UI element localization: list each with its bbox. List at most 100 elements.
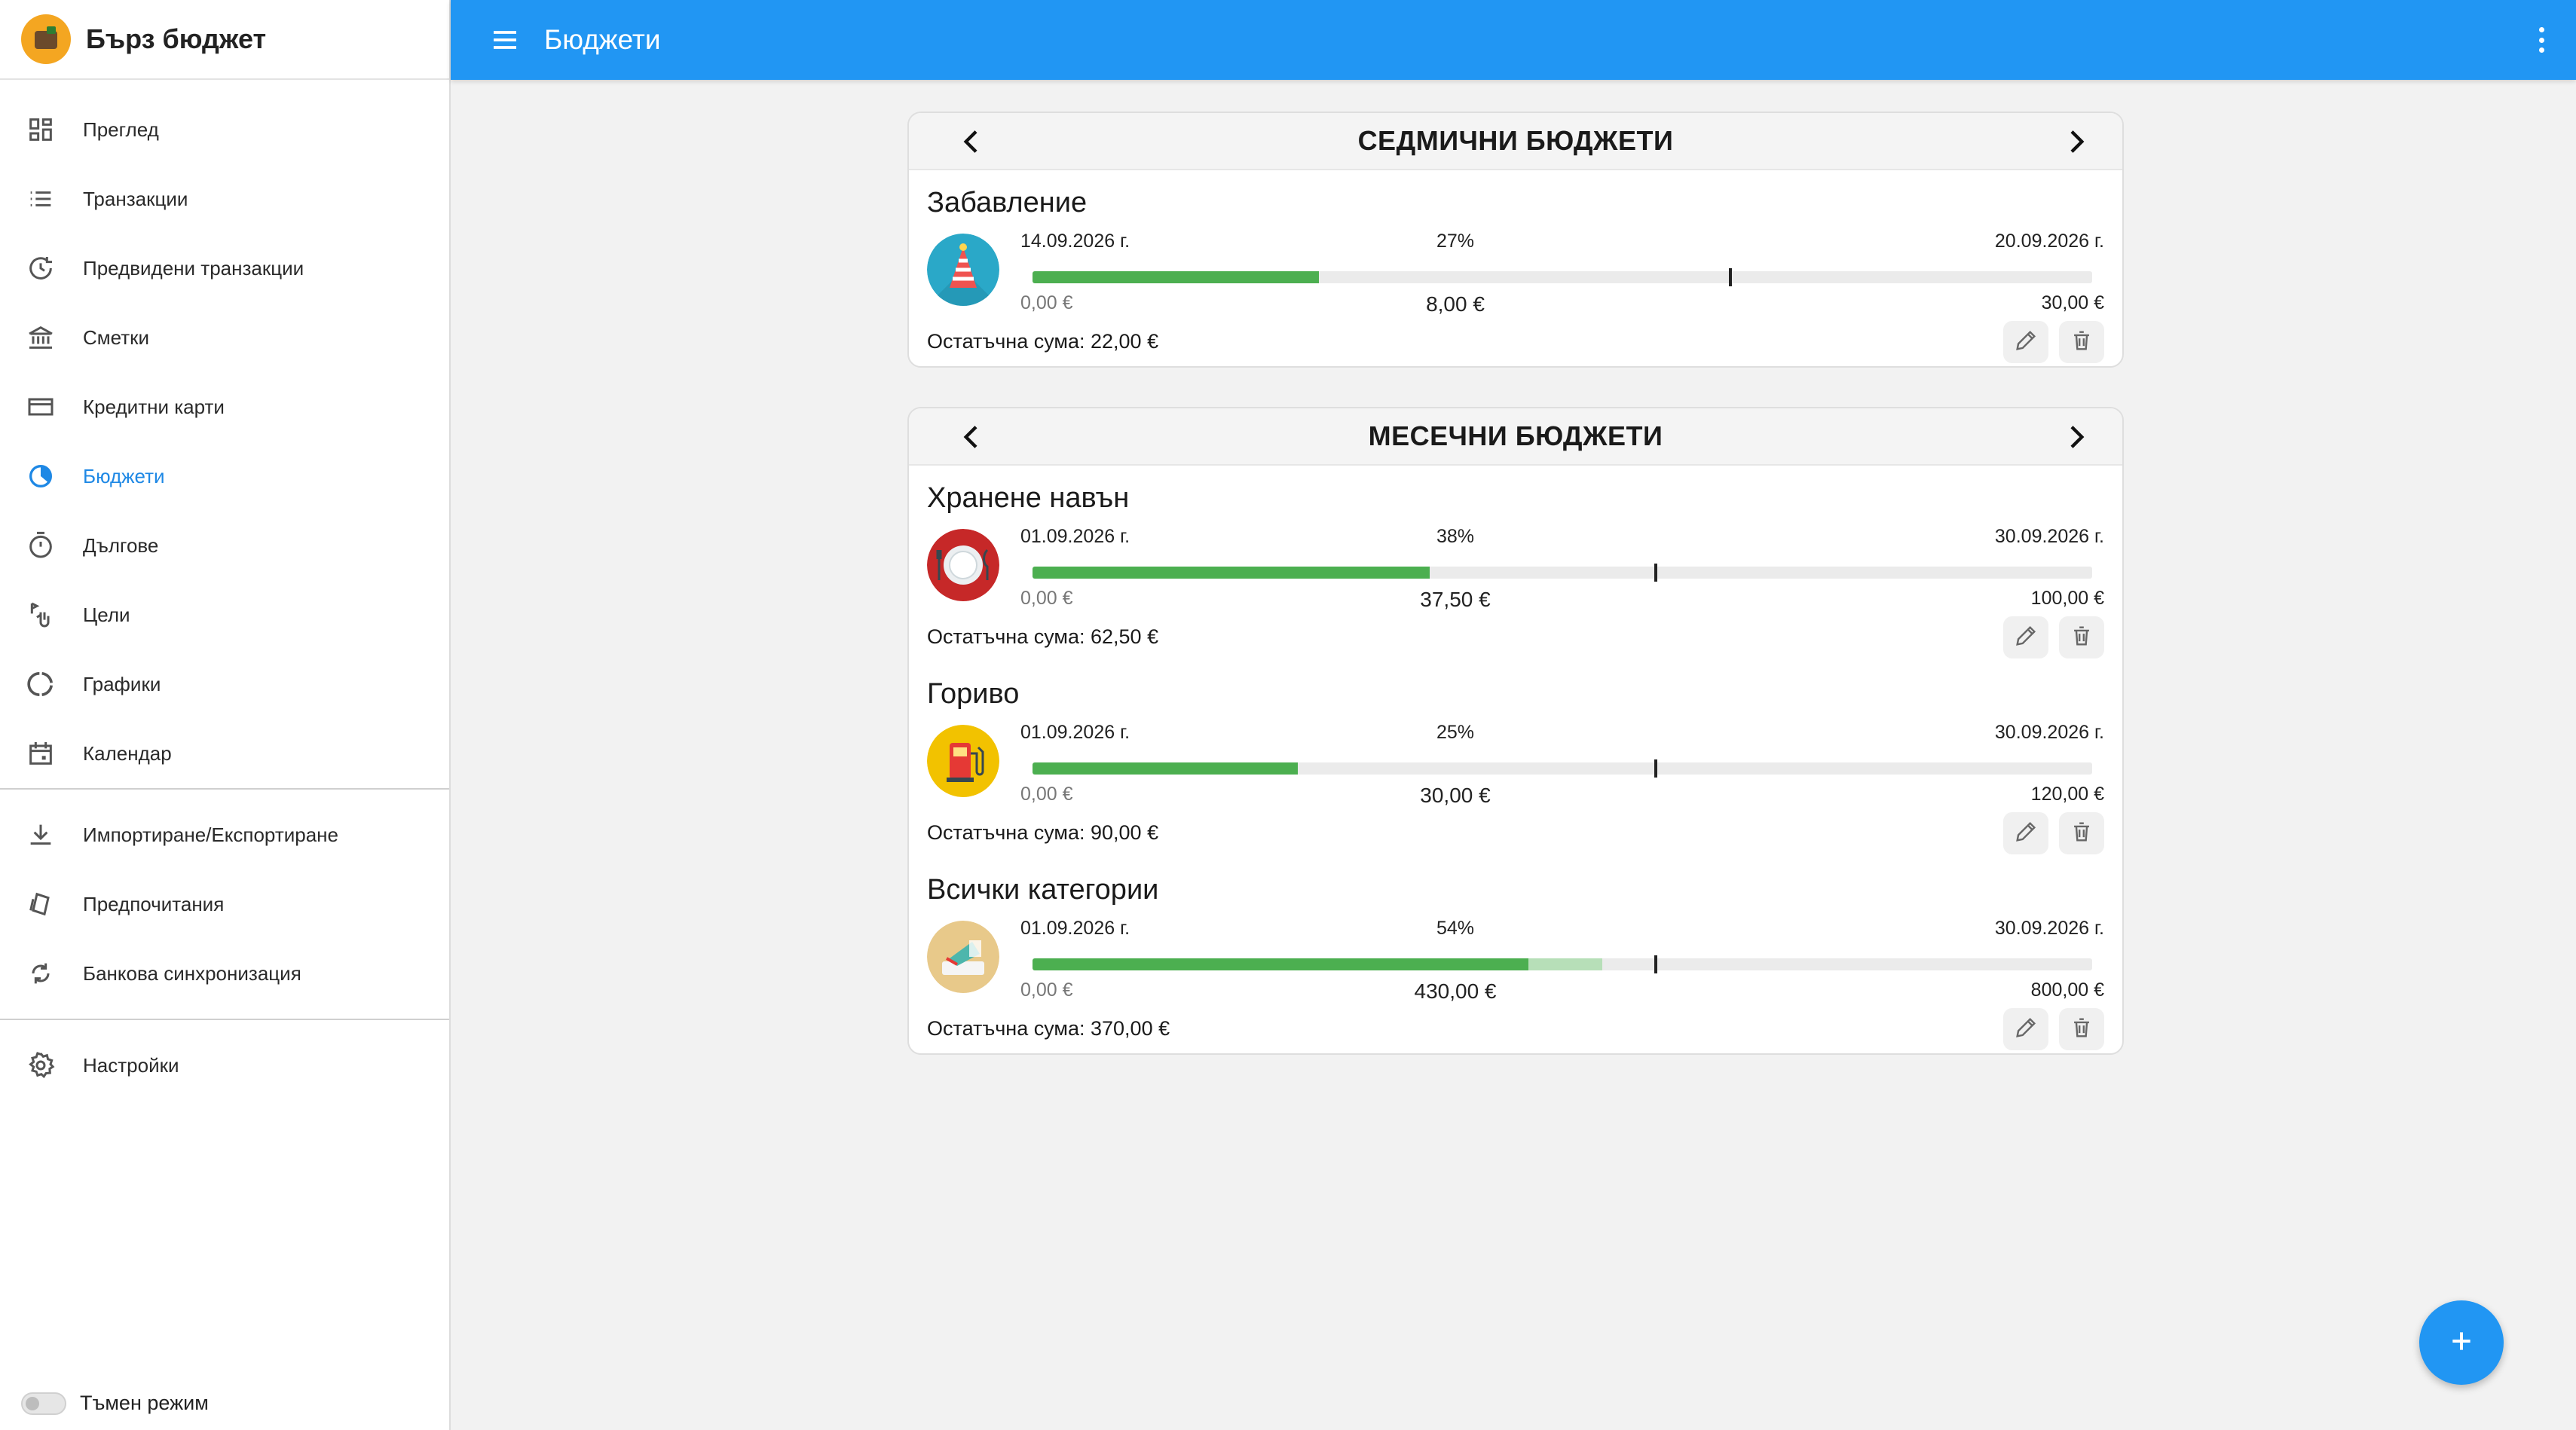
- trash-icon: [2069, 328, 2094, 357]
- chevron-left-icon[interactable]: [957, 127, 987, 157]
- budget-name: Всички категории: [927, 874, 1159, 906]
- delete-button[interactable]: [2059, 812, 2104, 854]
- budget-progress-bar: [1033, 564, 2092, 582]
- budget-progress-fill: [1033, 271, 1319, 283]
- budget-min-amount: 0,00 €: [1020, 588, 1073, 609]
- budget-actions: [2003, 321, 2104, 363]
- timer-icon: [26, 530, 56, 561]
- sidebar-item-label: Импортиране/Експортиране: [83, 823, 338, 846]
- budget-end-date: 30.09.2026 г.: [1994, 918, 2104, 939]
- edit-button[interactable]: [2003, 1008, 2048, 1050]
- budget-start-date: 01.09.2026 г.: [1020, 722, 1130, 743]
- card-header: МЕСЕЧНИ БЮДЖЕТИ: [909, 408, 2122, 466]
- nav-data: Импортиране/Експортиране Предпочитания Б…: [0, 790, 449, 1019]
- app-brand: Бърз бюджет: [0, 0, 449, 80]
- budget-percent: 27%: [1436, 231, 1475, 252]
- budget-progress-fill: [1033, 762, 1298, 775]
- dining-plate-icon: [927, 529, 999, 601]
- sync-icon: [26, 958, 56, 988]
- budget-actions: [2003, 812, 2104, 854]
- budget-progress-fill: [1033, 567, 1430, 579]
- add-budget-button[interactable]: [2419, 1300, 2504, 1385]
- sidebar-item-calendar[interactable]: Календар: [0, 719, 449, 788]
- app-title: Бърз бюджет: [86, 23, 267, 54]
- sidebar-item-settings[interactable]: Настройки: [0, 1031, 449, 1100]
- goal-icon: [26, 600, 56, 630]
- all-categories-icon: [927, 921, 999, 993]
- budget-progress-fill: [1033, 958, 1528, 970]
- edit-button[interactable]: [2003, 812, 2048, 854]
- sidebar-item-preferences[interactable]: Предпочитания: [0, 869, 449, 939]
- budget-remaining: Остатъчна сума: 62,50 €: [927, 625, 1159, 648]
- budget-max-amount: 30,00 €: [2041, 292, 2104, 313]
- wallet-logo-icon: [21, 14, 71, 64]
- budget-item[interactable]: Всички категории 01.09.2026 г. 54% 30.09…: [909, 857, 2122, 1053]
- dark-mode-toggle[interactable]: [21, 1392, 66, 1415]
- edit-button[interactable]: [2003, 321, 2048, 363]
- budget-max-amount: 120,00 €: [2030, 784, 2104, 805]
- sidebar-item-budgets[interactable]: Бюджети: [0, 442, 449, 511]
- chevron-right-icon[interactable]: [2060, 127, 2091, 157]
- sidebar-item-debts[interactable]: Дългове: [0, 511, 449, 580]
- hamburger-menu-icon[interactable]: [490, 25, 520, 55]
- budget-spent-amount: 430,00 €: [1414, 979, 1497, 1003]
- chevron-right-icon[interactable]: [2060, 422, 2091, 452]
- more-vert-icon[interactable]: [2534, 23, 2549, 57]
- budget-item[interactable]: Хранене навън 01.09.2026 г. 38% 30.09.20…: [909, 466, 2122, 662]
- budget-item[interactable]: Забавление 14.09.2026 г. 27% 20.09.2026 …: [909, 170, 2122, 366]
- budget-end-date: 30.09.2026 г.: [1994, 722, 2104, 743]
- download-icon: [26, 820, 56, 850]
- delete-button[interactable]: [2059, 321, 2104, 363]
- budget-max-amount: 100,00 €: [2030, 588, 2104, 609]
- budget-actions: [2003, 1008, 2104, 1050]
- sidebar-item-label: Цели: [83, 603, 130, 626]
- budget-start-date: 14.09.2026 г.: [1020, 231, 1130, 252]
- budget-item[interactable]: Гориво 01.09.2026 г. 25% 30.09.2026 г. 0…: [909, 662, 2122, 857]
- budget-progress-bar: [1033, 955, 2092, 973]
- sidebar-item-label: Настройки: [83, 1053, 179, 1077]
- sidebar-item-charts[interactable]: Графики: [0, 649, 449, 719]
- sidebar-item-accounts[interactable]: Сметки: [0, 303, 449, 372]
- today-marker: [1728, 268, 1732, 286]
- budget-spent-amount: 8,00 €: [1426, 292, 1485, 316]
- pencil-icon: [2013, 623, 2039, 652]
- sidebar-item-import-export[interactable]: Импортиране/Експортиране: [0, 800, 449, 869]
- pencil-icon: [2013, 328, 2039, 357]
- sidebar-item-bank-sync[interactable]: Банкова синхронизация: [0, 939, 449, 1008]
- budget-name: Забавление: [927, 187, 1088, 218]
- sidebar: Бърз бюджет Преглед Транзакции Предвиден…: [0, 0, 451, 1430]
- pencil-icon: [2013, 1015, 2039, 1044]
- delete-button[interactable]: [2059, 1008, 2104, 1050]
- weekly-budgets-card: СЕДМИЧНИ БЮДЖЕТИ Забавление 14.09.2026 г…: [907, 112, 2124, 368]
- sidebar-item-goals[interactable]: Цели: [0, 580, 449, 649]
- budget-min-amount: 0,00 €: [1020, 784, 1073, 805]
- budget-progress-bar: [1033, 268, 2092, 286]
- sidebar-item-label: Транзакции: [83, 187, 188, 210]
- budget-remaining: Остатъчна сума: 22,00 €: [927, 330, 1159, 353]
- sidebar-item-credit-cards[interactable]: Кредитни карти: [0, 372, 449, 442]
- budget-name: Хранене навън: [927, 482, 1130, 514]
- monthly-budgets-card: МЕСЕЧНИ БЮДЖЕТИ Хранене навън 01.09.2026…: [907, 407, 2124, 1055]
- sidebar-item-label: Предвидени транзакции: [83, 256, 304, 280]
- delete-button[interactable]: [2059, 616, 2104, 658]
- scheduled-icon: [26, 253, 56, 283]
- budget-max-amount: 800,00 €: [2030, 979, 2104, 1001]
- budget-start-date: 01.09.2026 г.: [1020, 918, 1130, 939]
- nav-settings: Настройки: [0, 1020, 449, 1100]
- edit-button[interactable]: [2003, 616, 2048, 658]
- budget-end-date: 20.09.2026 г.: [1994, 231, 2104, 252]
- budget-actions: [2003, 616, 2104, 658]
- trash-icon: [2069, 623, 2094, 652]
- budget-percent: 54%: [1436, 918, 1475, 939]
- budget-progress-overflow: [1528, 958, 1603, 970]
- pencil-icon: [2013, 819, 2039, 848]
- sidebar-item-transactions[interactable]: Транзакции: [0, 164, 449, 234]
- chevron-left-icon[interactable]: [957, 422, 987, 452]
- gear-icon: [26, 1050, 56, 1080]
- budget-start-date: 01.09.2026 г.: [1020, 526, 1130, 547]
- donut-chart-icon: [26, 669, 56, 699]
- top-app-bar: Бюджети: [451, 0, 2576, 80]
- sidebar-item-overview[interactable]: Преглед: [0, 95, 449, 164]
- dashboard-icon: [26, 115, 56, 145]
- sidebar-item-scheduled[interactable]: Предвидени транзакции: [0, 234, 449, 303]
